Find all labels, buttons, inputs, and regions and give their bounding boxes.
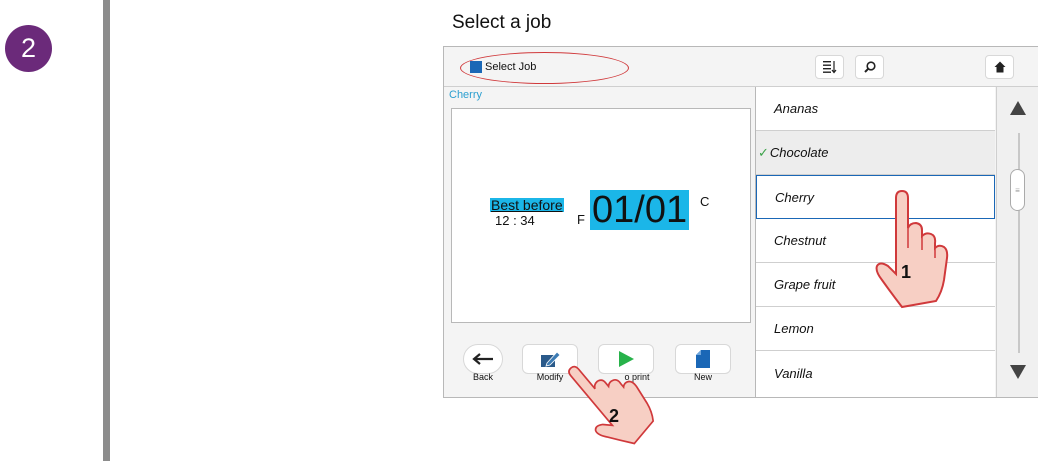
- date-text: 01/01: [590, 189, 690, 231]
- instruction-title: Select a job: [452, 12, 552, 33]
- checkmark-icon: ✓: [758, 144, 769, 160]
- scrollbar[interactable]: ≡: [996, 87, 1038, 397]
- vertical-divider: [103, 0, 110, 461]
- job-list-item[interactable]: Lemon: [756, 307, 995, 351]
- scroll-track: [1018, 133, 1020, 353]
- home-button[interactable]: [985, 55, 1014, 79]
- label-preview: Best before 12 : 34 F 01/01 C: [451, 108, 751, 323]
- search-icon: [863, 61, 876, 73]
- search-button[interactable]: [855, 55, 884, 79]
- job-label: Vanilla: [774, 365, 813, 381]
- callout-2: 2: [609, 406, 620, 426]
- f-letter: F: [577, 212, 585, 227]
- job-label: Ananas: [774, 101, 819, 116]
- sort-button[interactable]: [815, 55, 844, 79]
- new-label: New: [693, 372, 712, 382]
- scroll-down-icon[interactable]: [1010, 365, 1026, 379]
- job-list-item[interactable]: Ananas: [756, 87, 995, 131]
- scroll-thumb[interactable]: ≡: [1010, 169, 1025, 211]
- best-before-text: Best before: [490, 197, 564, 213]
- job-list-item[interactable]: ✓ Chocolate: [756, 131, 995, 175]
- new-button-bg: [675, 344, 731, 374]
- back-arrow-icon: [472, 353, 493, 365]
- callout-1: 1: [901, 262, 912, 282]
- back-button-bg: [463, 344, 503, 374]
- job-label: Cherry: [775, 189, 815, 205]
- step-number-badge: 2: [5, 25, 52, 72]
- back-button[interactable]: Back: [463, 344, 503, 384]
- pointing-hand-icon: [875, 189, 949, 309]
- back-label: Back: [472, 372, 493, 382]
- new-button[interactable]: New: [675, 344, 731, 384]
- time-text: 12 : 34: [495, 213, 535, 228]
- job-label: Lemon: [774, 321, 814, 336]
- job-label: Chestnut: [774, 233, 827, 248]
- job-label: Grape fruit: [774, 277, 836, 292]
- sort-icon: [822, 61, 836, 74]
- scroll-up-icon[interactable]: [1010, 101, 1026, 115]
- top-bar: Select Job: [444, 47, 1038, 87]
- highlight-ellipse: [460, 52, 629, 84]
- job-label: Chocolate: [769, 145, 829, 160]
- c-letter: C: [700, 194, 710, 209]
- new-document-icon: [696, 350, 710, 368]
- home-icon: [994, 61, 1005, 73]
- current-job-name: Cherry: [449, 89, 483, 101]
- job-list-item[interactable]: Vanilla: [756, 351, 995, 395]
